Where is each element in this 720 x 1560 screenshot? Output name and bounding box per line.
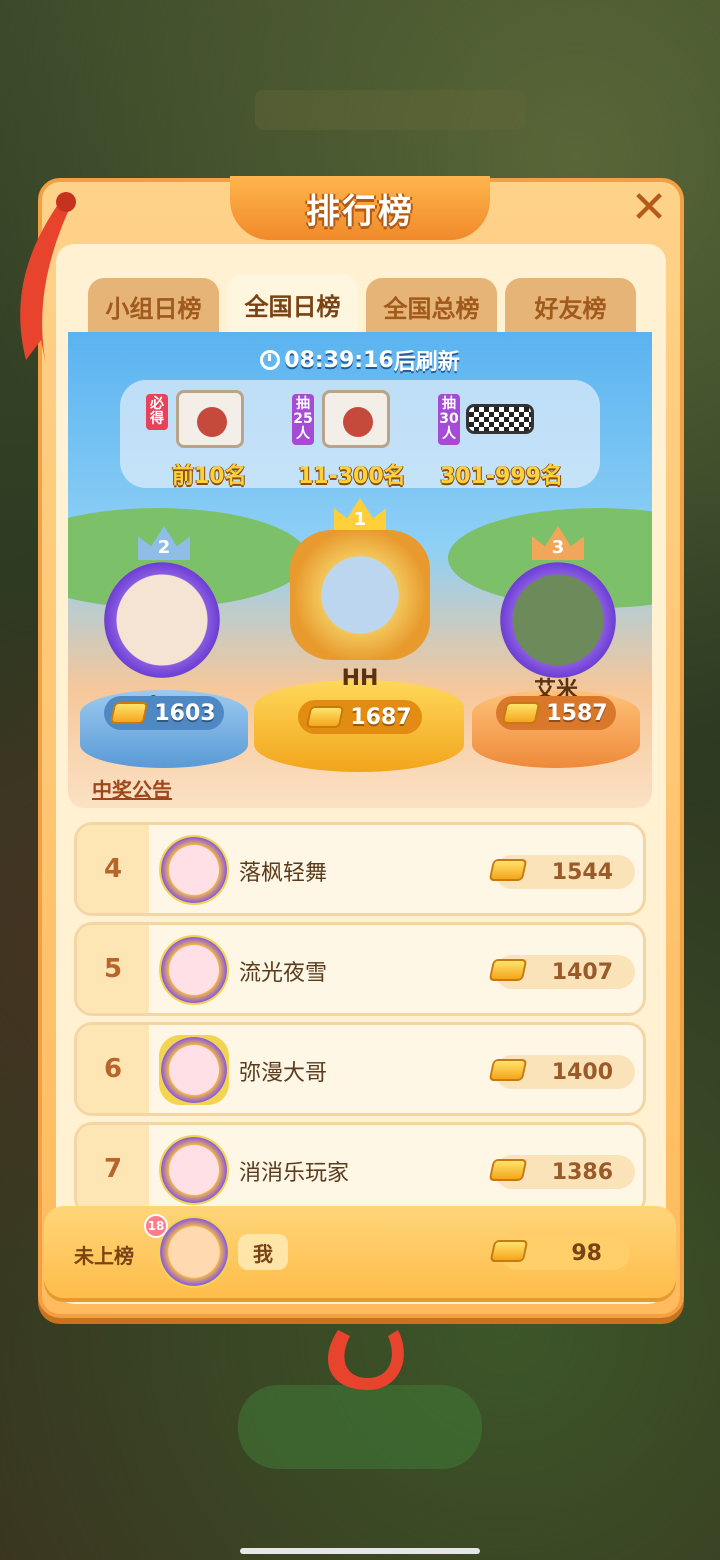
list-item[interactable]: 6 弥漫大哥 1400	[74, 1022, 646, 1116]
timer-time: 08:39:16	[284, 347, 394, 373]
tab-friends[interactable]: 好友榜	[505, 278, 636, 334]
list-item[interactable]: 5 流光夜雪 1407	[74, 922, 646, 1016]
background-button	[238, 1385, 482, 1469]
avatar[interactable]	[104, 562, 220, 678]
crown-rank: 3	[551, 537, 565, 558]
rank-list: 4 落枫轻舞 1544 5 流光夜雪 1407 6 弥漫大哥 1400 7 消消…	[74, 822, 646, 1222]
ribbon-bottom	[328, 1330, 404, 1390]
score-value: 1687	[350, 704, 412, 730]
ribbon-top	[20, 192, 76, 365]
avatar[interactable]	[159, 1135, 229, 1205]
my-rank-bar: 未上榜 18 我 98	[44, 1206, 676, 1298]
home-indicator[interactable]	[240, 1548, 480, 1554]
avatar[interactable]	[500, 562, 616, 678]
refresh-timer: 08:39:16 后刷新	[68, 340, 652, 380]
player-score: 1603	[104, 696, 224, 730]
close-icon[interactable]: ✕	[626, 182, 672, 233]
prize-announcement-link[interactable]: 中奖公告	[92, 774, 172, 803]
gold-bar-icon	[488, 1059, 528, 1081]
tab-group-daily[interactable]: 小组日榜	[88, 278, 219, 334]
list-item[interactable]: 7 消消乐玩家 1386	[74, 1122, 646, 1216]
player-name: 流光夜雪	[239, 961, 328, 986]
player-score: 1587	[496, 696, 616, 730]
my-rank-status: 未上榜	[74, 1244, 134, 1268]
prize-tag: 抽30人	[438, 394, 460, 445]
tote-bag-icon	[322, 390, 390, 448]
rank-number: 4	[77, 825, 149, 913]
tab-bar: 小组日榜 全国日榜 全国总榜 好友榜	[88, 274, 636, 334]
tote-bag-icon	[176, 390, 244, 448]
level-badge: 18	[144, 1214, 168, 1238]
title-plate: 排行榜	[230, 176, 490, 240]
avatar[interactable]	[159, 935, 229, 1005]
page-title: 排行榜	[306, 191, 414, 232]
gold-bar-icon	[488, 959, 528, 981]
gold-bar-icon	[306, 706, 345, 728]
gold-bar-icon	[488, 859, 528, 881]
background-title	[255, 90, 525, 130]
avatar[interactable]	[159, 835, 229, 905]
gold-bar-icon	[502, 702, 541, 724]
prize-tag: 抽25人	[292, 394, 314, 445]
rank-number: 5	[77, 925, 149, 1013]
score-value: 1587	[546, 700, 608, 726]
avatar[interactable]	[290, 530, 430, 660]
gold-bar-icon	[488, 1159, 528, 1181]
player-name: 弥漫大哥	[239, 1061, 328, 1086]
player-score: 1687	[298, 700, 422, 734]
player-name: 消消乐玩家	[239, 1161, 350, 1186]
prize-label: 11-300名	[298, 464, 406, 489]
my-name: 我	[238, 1234, 288, 1270]
crown-rank: 1	[353, 509, 367, 530]
timer-suffix: 后刷新	[393, 350, 460, 375]
player-name: HH	[341, 666, 379, 691]
my-avatar[interactable]	[158, 1216, 230, 1288]
player-name: 落枫轻舞	[239, 861, 328, 886]
crown-rank: 2	[157, 537, 171, 558]
clock-icon	[260, 350, 281, 370]
prize-label: 前10名	[172, 464, 247, 489]
avatar[interactable]	[159, 1035, 229, 1105]
gold-bar-icon	[110, 702, 149, 724]
tab-national-total[interactable]: 全国总榜	[366, 278, 497, 334]
gold-bar-icon	[489, 1240, 529, 1262]
score-value: 1603	[154, 700, 216, 726]
rank-number: 6	[77, 1025, 149, 1113]
waist-bag-icon	[466, 404, 534, 434]
prize-tag: 必得	[146, 394, 168, 430]
list-item[interactable]: 4 落枫轻舞 1544	[74, 822, 646, 916]
tab-national-daily[interactable]: 全国日榜	[227, 274, 358, 334]
prize-label: 301-999名	[440, 464, 563, 489]
rank-number: 7	[77, 1125, 149, 1213]
